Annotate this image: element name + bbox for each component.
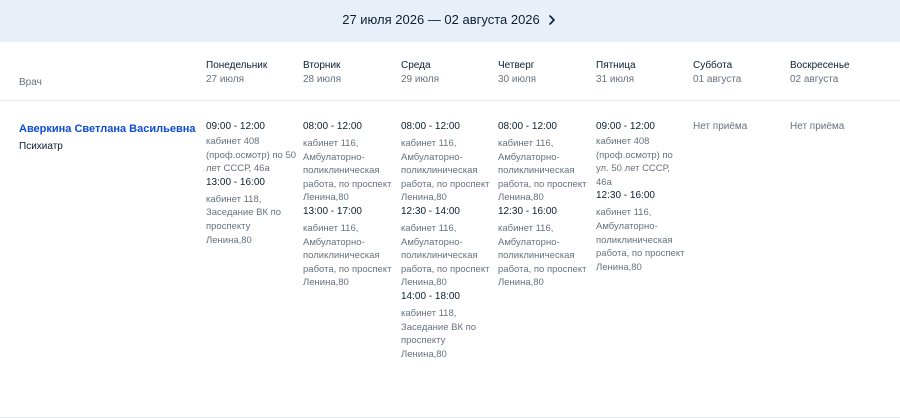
day-cell-sunday: Нет приёма bbox=[790, 120, 882, 133]
doctor-schedule-row: Аверкина Светлана Васильевна Психиатр 09… bbox=[0, 101, 900, 418]
slot-location: кабинет 116, Амбулаторно-поликлиническая… bbox=[303, 222, 392, 289]
slot-location: кабинет 116, Амбулаторно-поликлиническая… bbox=[596, 207, 685, 273]
day-header-wednesday: Среда 29 июля bbox=[401, 59, 496, 87]
slot-time[interactable]: 13:00 - 17:00 bbox=[303, 205, 395, 218]
day-name: Воскресенье bbox=[790, 60, 850, 71]
slot-location: кабинет 116, Амбулаторно-поликлиническая… bbox=[498, 222, 587, 289]
time-slot: 09:00 - 12:00 кабинет 408 (проф.осмотр) … bbox=[206, 120, 298, 176]
slot-time[interactable]: 08:00 - 12:00 bbox=[498, 120, 590, 133]
slot-location: кабинет 118, Заседание ВК по проспекту Л… bbox=[206, 193, 282, 246]
slot-time[interactable]: 08:00 - 12:00 bbox=[303, 120, 395, 133]
day-date: 28 июля bbox=[303, 74, 342, 85]
day-header-saturday: Суббота 01 августа bbox=[693, 59, 788, 87]
slot-time[interactable]: 08:00 - 12:00 bbox=[401, 120, 493, 133]
day-name: Суббота bbox=[693, 60, 733, 71]
time-slot: 08:00 - 12:00 кабинет 116, Амбулаторно-п… bbox=[303, 120, 395, 205]
doctor-specialty: Психиатр bbox=[19, 141, 63, 152]
day-name: Четверг bbox=[498, 60, 535, 71]
day-date: 29 июля bbox=[401, 74, 440, 85]
day-name: Вторник bbox=[303, 60, 341, 71]
time-slot: 14:00 - 18:00 кабинет 118, Заседание ВК … bbox=[401, 290, 493, 361]
time-slot: 12:30 - 14:00 кабинет 116, Амбулаторно-п… bbox=[401, 205, 493, 290]
day-cell-saturday: Нет приёма bbox=[693, 120, 785, 133]
day-header-friday: Пятница 31 июля bbox=[596, 59, 691, 87]
day-header-thursday: Четверг 30 июля bbox=[498, 59, 593, 87]
no-reception-label: Нет приёма bbox=[790, 121, 845, 132]
day-date: 01 августа bbox=[693, 74, 742, 85]
day-header-sunday: Воскресенье 02 августа bbox=[790, 59, 885, 87]
slot-location: кабинет 116, Амбулаторно-поликлиническая… bbox=[401, 222, 490, 289]
day-cell-tuesday: 08:00 - 12:00 кабинет 116, Амбулаторно-п… bbox=[303, 120, 395, 290]
slot-time[interactable]: 12:30 - 14:00 bbox=[401, 205, 493, 218]
time-slot: 08:00 - 12:00 кабинет 116, Амбулаторно-п… bbox=[401, 120, 493, 205]
time-slot: 13:00 - 17:00 кабинет 116, Амбулаторно-п… bbox=[303, 205, 395, 290]
day-header-monday: Понедельник 27 июля bbox=[206, 59, 301, 87]
day-date: 30 июля bbox=[498, 74, 537, 85]
date-range-bar: 27 июля 2026 — 02 августа 2026 bbox=[0, 0, 900, 42]
day-date: 27 июля bbox=[206, 74, 245, 85]
day-cell-monday: 09:00 - 12:00 кабинет 408 (проф.осмотр) … bbox=[206, 120, 298, 247]
no-reception-label: Нет приёма bbox=[693, 121, 748, 132]
day-date: 31 июля bbox=[596, 74, 635, 85]
day-date: 02 августа bbox=[790, 74, 839, 85]
time-slot: 13:00 - 16:00 кабинет 118, Заседание ВК … bbox=[206, 176, 298, 247]
slot-location: кабинет 408 (проф.осмотр) по 50 лет СССР… bbox=[206, 136, 297, 175]
date-range-label: 27 июля 2026 — 02 августа 2026 bbox=[342, 12, 540, 27]
slot-location: кабинет 118, Заседание ВК по проспекту Л… bbox=[401, 307, 477, 360]
slot-location: кабинет 116, Амбулаторно-поликлиническая… bbox=[401, 138, 490, 204]
day-cell-wednesday: 08:00 - 12:00 кабинет 116, Амбулаторно-п… bbox=[401, 120, 493, 361]
slot-location: кабинет 116, Амбулаторно-поликлиническая… bbox=[303, 138, 392, 204]
slot-location: кабинет 408 (проф.осмотр) по ул. 50 лет … bbox=[596, 136, 673, 188]
time-slot: 12:30 - 16:00 кабинет 116, Амбулаторно-п… bbox=[498, 205, 590, 290]
slot-time[interactable]: 09:00 - 12:00 bbox=[206, 120, 298, 133]
doctor-name-link[interactable]: Аверкина Светлана Васильевна bbox=[19, 122, 196, 136]
time-slot: 09:00 - 12:00 кабинет 408 (проф.осмотр) … bbox=[596, 120, 688, 189]
day-cell-friday: 09:00 - 12:00 кабинет 408 (проф.осмотр) … bbox=[596, 120, 688, 274]
slot-time[interactable]: 12:30 - 16:00 bbox=[498, 205, 590, 218]
day-name: Пятница bbox=[596, 60, 636, 71]
time-slot: 12:30 - 16:00 кабинет 116, Амбулаторно-п… bbox=[596, 189, 688, 274]
day-cell-thursday: 08:00 - 12:00 кабинет 116, Амбулаторно-п… bbox=[498, 120, 590, 290]
slot-time[interactable]: 12:30 - 16:00 bbox=[596, 189, 688, 202]
slot-location: кабинет 116, Амбулаторно-поликлиническая… bbox=[498, 138, 587, 204]
doctor-column-header: Врач bbox=[19, 77, 42, 88]
slot-time[interactable]: 09:00 - 12:00 bbox=[596, 120, 688, 133]
next-week-button[interactable] bbox=[543, 11, 561, 29]
schedule-header: Врач Понедельник 27 июля Вторник 28 июля… bbox=[0, 42, 900, 101]
day-name: Среда bbox=[401, 60, 431, 71]
chevron-right-icon bbox=[549, 15, 555, 25]
slot-time[interactable]: 14:00 - 18:00 bbox=[401, 290, 493, 303]
slot-time[interactable]: 13:00 - 16:00 bbox=[206, 176, 298, 189]
day-header-tuesday: Вторник 28 июля bbox=[303, 59, 398, 87]
day-name: Понедельник bbox=[206, 60, 268, 71]
time-slot: 08:00 - 12:00 кабинет 116, Амбулаторно-п… bbox=[498, 120, 590, 205]
